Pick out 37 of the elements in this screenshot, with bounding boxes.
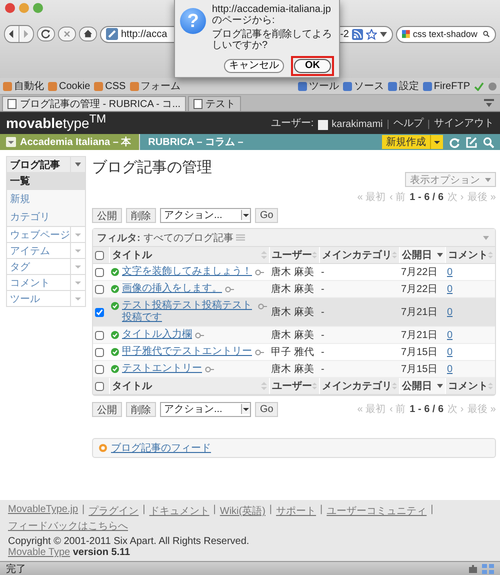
separator: | [430,504,434,517]
table-cell-text: - [320,362,326,376]
table-cell-text: 唐木 麻美 [270,266,315,280]
table-cell-text: - [320,346,326,360]
table-cell-text: 7月15日 [400,363,439,377]
dialog-origin: http://accademia-italiana.jp のページから: [212,4,332,26]
table-cell-text: - [320,328,326,342]
table-cell-text: - [320,266,326,280]
table-cell-text: 唐木 麻美 [270,282,315,297]
table-cell-text: - [320,282,326,296]
table-cell-text: 唐木 麻美 [270,306,315,320]
table-cell-text: 7月15日 [400,346,439,360]
page-range: 1 - 6 / 6 [410,192,444,202]
separator: | [213,504,216,517]
table-cell-text: 7月22日 [400,283,439,297]
separator: | [269,504,272,517]
table-cell-text: 唐木 麻美 [270,328,315,343]
separator: | [82,504,85,517]
page-title: ブログ記事の管理 [92,158,212,177]
table-cell-text: - [320,306,326,320]
table-cell-text: 唐木 麻美 [270,362,315,377]
table-cell-text: 7月21日 [400,329,439,343]
filter-label: フィルタ: [97,232,140,244]
table-cell-text: 7月22日 [400,266,439,280]
page-range: 1 - 6 / 6 [410,404,444,414]
user-label: ユーザー: [270,117,314,130]
table-cell-text: 7月21日 [400,306,439,320]
dialog-message: ブログ記事を削除してよろしいですか? [212,29,333,51]
version-text: Movable Type version 5.11 [8,547,132,558]
status-text: 完了 [6,562,26,575]
question-icon: ? [180,8,206,34]
table-cell-text: 甲子 雅代 [270,346,315,360]
separator: | [427,119,430,130]
separator: | [320,504,323,517]
separator: | [386,119,390,130]
copyright-text: Copyright © 2001-2011 Six Apart. All Rights Reserved. [8,536,250,547]
separator: | [142,504,146,517]
